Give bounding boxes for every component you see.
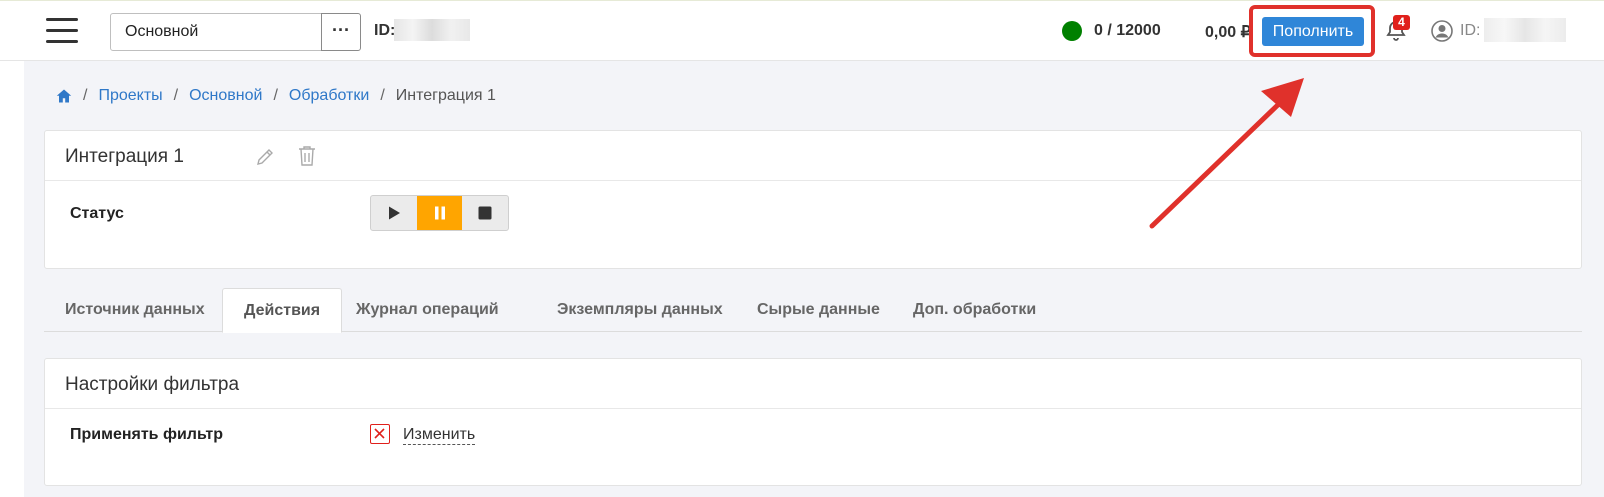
filter-card-header: Настройки фильтра	[45, 359, 1581, 409]
integration-card-header: Интеграция 1	[45, 131, 1581, 181]
integration-title: Интеграция 1	[65, 146, 184, 167]
play-button[interactable]	[371, 196, 417, 230]
user-id-label: ID:	[1460, 22, 1481, 39]
filter-disabled-icon[interactable]	[370, 424, 390, 444]
play-icon	[388, 206, 400, 220]
tab-operations-log[interactable]: Журнал операций	[335, 288, 520, 333]
tab-raw-data[interactable]: Сырые данные	[736, 288, 901, 333]
pencil-icon[interactable]	[255, 147, 275, 167]
home-icon[interactable]	[56, 88, 72, 104]
breadcrumb: / Проекты / Основной / Обработки / Интег…	[56, 87, 496, 105]
breadcrumb-separator: /	[173, 87, 179, 104]
trash-icon[interactable]	[298, 145, 316, 167]
tabs-bar: Источник данных Действия Журнал операций…	[44, 288, 1582, 333]
breadcrumb-separator: /	[273, 87, 278, 104]
filter-title: Настройки фильтра	[65, 374, 240, 395]
stop-icon	[478, 206, 492, 220]
tab-data-source[interactable]: Источник данных	[44, 288, 226, 333]
tab-actions[interactable]: Действия	[222, 288, 343, 333]
quota-counter: 0 / 12000	[1094, 22, 1161, 39]
breadcrumb-link-projects[interactable]: Проекты	[98, 87, 162, 105]
filter-card: Настройки фильтра	[44, 358, 1582, 486]
status-indicator-icon	[1062, 21, 1082, 41]
top-bar: Основной ··· ID: 0 / 12000 0,00 ₽ Пополн…	[0, 0, 1604, 61]
change-filter-link[interactable]: Изменить	[403, 426, 476, 445]
status-label: Статус	[70, 205, 124, 222]
breadcrumb-separator: /	[380, 87, 385, 104]
topup-button[interactable]: Пополнить	[1262, 17, 1364, 46]
project-id-value-redacted	[394, 19, 470, 41]
apply-filter-label: Применять фильтр	[70, 426, 223, 443]
tab-data-instances[interactable]: Экземпляры данных	[536, 288, 744, 333]
project-select[interactable]: Основной	[110, 13, 322, 51]
status-controls	[370, 195, 509, 231]
project-id-label: ID:	[374, 22, 396, 39]
user-avatar-icon[interactable]	[1430, 19, 1454, 43]
breadcrumb-link-project[interactable]: Основной	[189, 87, 262, 105]
notification-badge: 4	[1393, 15, 1410, 30]
pause-icon	[434, 206, 445, 220]
stop-button[interactable]	[462, 196, 508, 230]
breadcrumb-separator: /	[83, 87, 88, 104]
more-options-button[interactable]: ···	[321, 13, 361, 51]
integration-card: Интеграция 1	[44, 130, 1582, 269]
account-balance: 0,00 ₽	[1205, 24, 1251, 41]
menu-icon[interactable]	[46, 18, 78, 44]
breadcrumb-link-processing[interactable]: Обработки	[289, 87, 369, 105]
user-id-value-redacted	[1484, 18, 1566, 42]
pause-button[interactable]	[416, 196, 463, 230]
breadcrumb-current: Интеграция 1	[395, 87, 496, 104]
tab-extra-processing[interactable]: Доп. обработки	[892, 288, 1057, 333]
